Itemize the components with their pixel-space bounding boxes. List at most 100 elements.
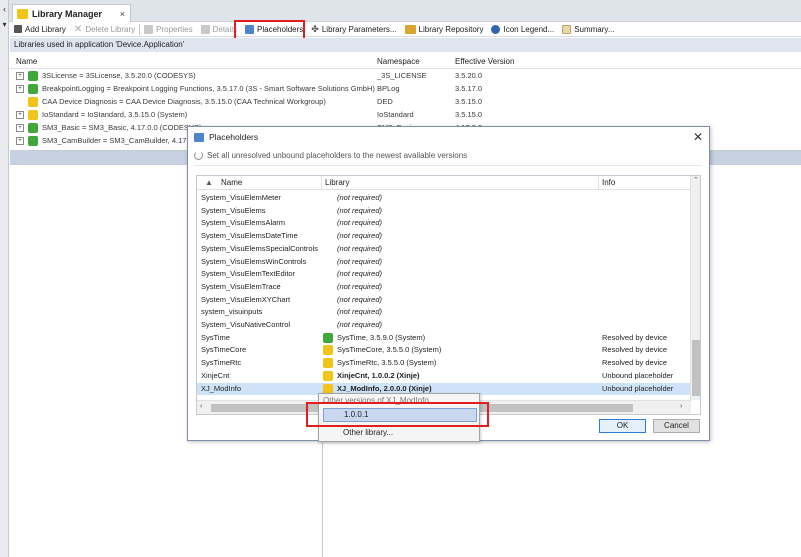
library-row[interactable]: + IoStandard = IoStandard, 3.5.15.0 (Sys…: [10, 109, 801, 122]
placeholders-dialog-icon: [194, 132, 204, 142]
column-divider[interactable]: [321, 176, 322, 190]
add-library-icon: [14, 25, 22, 33]
placeholder-row[interactable]: system_visuinputs (not required): [197, 306, 691, 319]
placeholder-library[interactable]: XJ_ModInfo, 2.0.0.0 (Xinje): [337, 384, 432, 393]
placeholder-name: System_VisuElemTrace: [201, 281, 281, 291]
library-namespace: _3S_LICENSE: [377, 71, 427, 80]
placeholder-library[interactable]: SysTimeCore, 3.5.5.0 (System): [337, 345, 441, 354]
scroll-up-icon[interactable]: ⌃: [693, 176, 699, 184]
placeholder-library[interactable]: SysTime, 3.5.9.0 (System): [337, 333, 425, 342]
placeholders-grid[interactable]: ▲ Name Library Info System_VisuElemMeter…: [196, 175, 701, 415]
placeholder-name: SysTimeRtc: [201, 358, 242, 368]
properties-button[interactable]: Properties: [140, 22, 196, 37]
library-parameters-label: Library Parameters...: [321, 24, 397, 34]
icon-legend-button[interactable]: Icon Legend...: [487, 22, 558, 37]
placeholder-library[interactable]: (not required): [337, 269, 382, 278]
tab-library-manager[interactable]: Library Manager ×: [12, 4, 131, 22]
ok-button[interactable]: OK: [599, 419, 646, 433]
placeholder-library[interactable]: (not required): [337, 231, 382, 240]
placeholder-info: Resolved by device: [602, 345, 668, 355]
placeholder-library[interactable]: (not required): [337, 295, 382, 304]
library-name: CAA Device Diagnosis = CAA Device Diagno…: [42, 97, 326, 106]
delete-library-button[interactable]: ✕ Delete Library: [70, 22, 139, 37]
placeholder-name: System_VisuElemMeter: [201, 193, 281, 202]
placeholder-name: System_VisuElemsDateTime: [201, 231, 298, 241]
set-newest-versions-button[interactable]: Set all unresolved unbound placeholders …: [194, 151, 467, 160]
library-folder-icon: [323, 358, 333, 369]
expand-icon[interactable]: +: [16, 137, 24, 145]
placeholder-row[interactable]: System_VisuElems (not required): [197, 205, 691, 218]
placeholder-library[interactable]: (not required): [337, 257, 382, 266]
placeholder-library[interactable]: (not required): [337, 206, 382, 215]
scroll-left-icon[interactable]: ‹: [200, 403, 202, 410]
expand-icon[interactable]: +: [16, 124, 24, 132]
placeholder-row[interactable]: System_VisuElemsDateTime (not required): [197, 230, 691, 243]
library-parameters-button[interactable]: ✤ Library Parameters...: [307, 22, 400, 37]
expand-icon[interactable]: +: [16, 85, 24, 93]
tab-close-icon[interactable]: ×: [120, 9, 125, 19]
library-row[interactable]: + BreakpointLogging = Breakpoint Logging…: [10, 83, 801, 96]
library-icon: [28, 71, 38, 81]
placeholder-row[interactable]: System_VisuElemTextEditor (not required): [197, 268, 691, 281]
sort-ascending-icon: ▲: [205, 178, 213, 187]
placeholder-row[interactable]: System_VisuElemXYChart (not required): [197, 294, 691, 307]
placeholder-row[interactable]: System_VisuElemsSpecialControls (not req…: [197, 243, 691, 256]
placeholder-row[interactable]: System_VisuElemsWinControls (not require…: [197, 256, 691, 269]
grid-column-name[interactable]: Name: [221, 178, 242, 187]
grid-column-library[interactable]: Library: [325, 178, 349, 187]
vertical-scroll-thumb[interactable]: [692, 340, 700, 396]
placeholder-row[interactable]: System_VisuNativeControl (not required): [197, 319, 691, 332]
placeholder-name: SysTime: [201, 332, 230, 342]
placeholder-row[interactable]: System_VisuElemsAlarm (not required): [197, 217, 691, 230]
placeholder-library[interactable]: XinjeCnt, 1.0.0.2 (Xinje): [337, 371, 420, 380]
placeholder-name: SysTimeCore: [201, 345, 247, 355]
placeholder-library[interactable]: (not required): [337, 193, 382, 202]
expand-icon[interactable]: +: [16, 111, 24, 119]
dock-dropdown-icon[interactable]: ▾: [0, 20, 9, 32]
placeholder-name: System_VisuElems: [201, 205, 266, 215]
placeholder-row[interactable]: XinjeCnt XinjeCnt, 1.0.0.2 (Xinje) Unbou…: [197, 370, 691, 383]
scroll-right-icon[interactable]: ›: [680, 403, 682, 410]
vertical-scrollbar[interactable]: ⌃: [690, 176, 700, 400]
placeholder-name: System_VisuElemsAlarm: [201, 218, 286, 228]
placeholder-name: System_VisuElemsSpecialControls: [201, 243, 318, 253]
column-name[interactable]: Name: [16, 57, 37, 66]
expand-icon[interactable]: +: [16, 72, 24, 80]
column-divider[interactable]: [598, 176, 599, 190]
summary-icon: [562, 24, 572, 34]
column-effective-version[interactable]: Effective Version: [455, 57, 514, 66]
placeholder-library[interactable]: (not required): [337, 218, 382, 227]
dialog-divider: [194, 165, 702, 166]
placeholder-name: System_VisuNativeControl: [201, 320, 291, 329]
add-library-button[interactable]: Add Library: [10, 22, 70, 37]
version-highlight-box: [306, 402, 489, 427]
cancel-button[interactable]: Cancel: [653, 419, 700, 433]
placeholder-row[interactable]: SysTime SysTime, 3.5.9.0 (System) Resolv…: [197, 332, 691, 345]
placeholder-library[interactable]: (not required): [337, 282, 382, 291]
placeholder-row[interactable]: System_VisuElemTrace (not required): [197, 281, 691, 294]
tab-title: Library Manager: [32, 8, 103, 19]
properties-label: Properties: [156, 24, 193, 34]
library-row[interactable]: + 3SLicense = 3SLicense, 3.5.20.0 (CODES…: [10, 70, 801, 83]
placeholder-row[interactable]: System_VisuElemMeter (not required): [197, 192, 691, 205]
placeholder-row[interactable]: SysTimeRtc SysTimeRtc, 3.5.5.0 (System) …: [197, 357, 691, 370]
grid-column-info[interactable]: Info: [602, 178, 615, 187]
library-folder-icon: [323, 383, 333, 394]
library-icon: [28, 123, 38, 133]
placeholder-library[interactable]: (not required): [337, 244, 382, 253]
placeholder-row[interactable]: SysTimeCore SysTimeCore, 3.5.5.0 (System…: [197, 344, 691, 357]
placeholder-library[interactable]: (not required): [337, 307, 382, 316]
summary-button[interactable]: Summary...: [558, 22, 618, 37]
summary-label: Summary...: [574, 24, 615, 34]
library-repository-button[interactable]: Library Repository: [401, 22, 488, 37]
dock-collapse-icon[interactable]: ‹: [0, 4, 9, 16]
column-namespace[interactable]: Namespace: [377, 57, 420, 66]
placeholder-library[interactable]: SysTimeRtc, 3.5.5.0 (System): [337, 358, 436, 367]
dialog-title-bar[interactable]: Placeholders: [188, 127, 709, 147]
library-row[interactable]: CAA Device Diagnosis = CAA Device Diagno…: [10, 96, 801, 109]
library-table-header: Name Namespace Effective Version: [10, 55, 801, 69]
dialog-close-icon[interactable]: ✕: [693, 130, 703, 144]
library-icon: [28, 97, 38, 107]
other-library-option[interactable]: Other library...: [343, 428, 393, 437]
placeholder-library[interactable]: (not required): [337, 320, 382, 329]
